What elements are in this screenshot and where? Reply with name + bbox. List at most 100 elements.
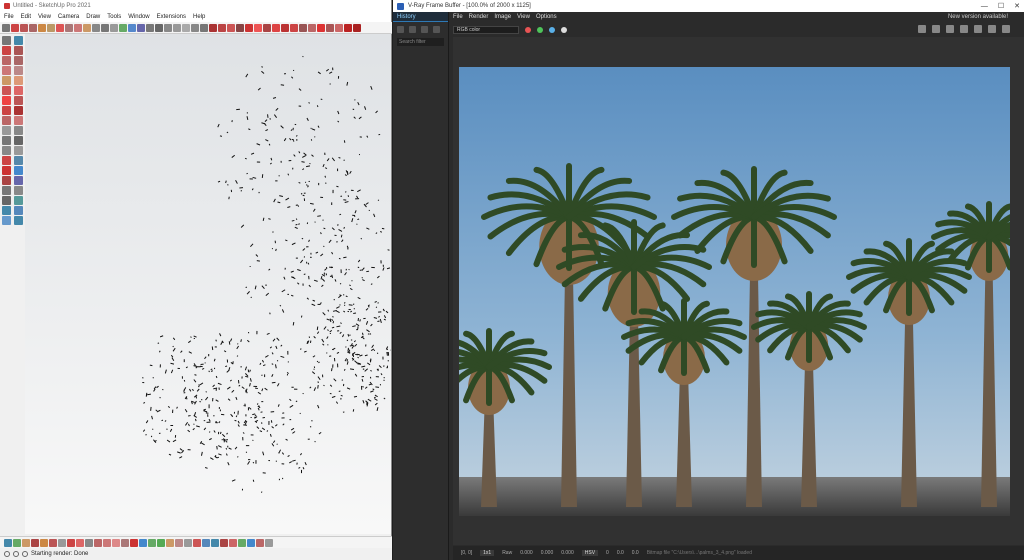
- zoom-select[interactable]: 1x1: [480, 550, 495, 556]
- render-teapot-icon[interactable]: [988, 25, 996, 33]
- circle-icon[interactable]: [2, 76, 11, 85]
- text-icon[interactable]: [14, 136, 23, 145]
- vray-interactive-icon[interactable]: [218, 23, 226, 32]
- vray-menu-image[interactable]: Image: [494, 14, 511, 20]
- paint-icon[interactable]: [2, 156, 11, 165]
- zoom-window-icon[interactable]: [2, 176, 11, 185]
- close-icon[interactable]: ✕: [1014, 2, 1020, 10]
- vray-menu-file[interactable]: File: [453, 14, 463, 20]
- outliner-icon[interactable]: [85, 538, 93, 547]
- orbit-left-icon[interactable]: [14, 156, 23, 165]
- blue-channel-toggle[interactable]: [549, 27, 555, 33]
- style-hiddenline-icon[interactable]: [31, 538, 39, 547]
- zoom-left-icon[interactable]: [14, 166, 23, 175]
- walk-icon[interactable]: [14, 186, 23, 195]
- shadows-icon[interactable]: [67, 538, 75, 547]
- clear-image-icon[interactable]: [932, 25, 940, 33]
- protractor-icon[interactable]: [2, 136, 11, 145]
- solid-subtract-icon[interactable]: [103, 538, 111, 547]
- zoom-extents-left-icon[interactable]: [14, 176, 23, 185]
- render-viewport[interactable]: [453, 37, 1024, 545]
- menu-extensions[interactable]: Extensions: [157, 14, 186, 20]
- select-tool-icon[interactable]: [2, 23, 10, 32]
- polygon-icon[interactable]: [14, 76, 23, 85]
- left-view-icon[interactable]: [200, 23, 208, 32]
- fog-icon[interactable]: [76, 538, 84, 547]
- entity-info-icon[interactable]: [175, 538, 183, 547]
- sandbox-bottom-icon[interactable]: [247, 538, 255, 547]
- scale-tool-icon[interactable]: [74, 23, 82, 32]
- rotate-icon[interactable]: [2, 106, 11, 115]
- scale-icon[interactable]: [2, 116, 11, 125]
- dimension-icon[interactable]: [14, 126, 23, 135]
- history-compare-icon[interactable]: [421, 25, 428, 33]
- scenes-icon[interactable]: [148, 538, 156, 547]
- menu-draw[interactable]: Draw: [86, 14, 100, 20]
- pan-left-icon[interactable]: [2, 166, 11, 175]
- color-mode-select[interactable]: HSV: [581, 550, 599, 556]
- vray-asset-editor-icon[interactable]: [236, 23, 244, 32]
- extension-warehouse-icon[interactable]: [220, 538, 228, 547]
- style-wireframe-icon[interactable]: [22, 538, 30, 547]
- vray-dome-light-icon[interactable]: [290, 23, 298, 32]
- rotate-tool-icon[interactable]: [65, 23, 73, 32]
- top-view-icon[interactable]: [164, 23, 172, 32]
- history-load-icon[interactable]: [409, 25, 416, 33]
- arc-icon[interactable]: [2, 66, 11, 75]
- materials-icon[interactable]: [166, 538, 174, 547]
- vray-spot-light-icon[interactable]: [263, 23, 271, 32]
- style-textured-icon[interactable]: [49, 538, 57, 547]
- offset-icon[interactable]: [14, 116, 23, 125]
- vray-decal-icon[interactable]: [353, 23, 361, 32]
- layer-icon[interactable]: [139, 538, 147, 547]
- vray-menu-view[interactable]: View: [517, 14, 530, 20]
- sketchup-viewport[interactable]: [25, 34, 391, 534]
- vray-infinite-plane-icon[interactable]: [326, 23, 334, 32]
- alpha-channel-toggle[interactable]: [561, 27, 567, 33]
- 3d-warehouse-icon[interactable]: [211, 538, 219, 547]
- maximize-icon[interactable]: ☐: [998, 2, 1004, 10]
- offset-tool-icon[interactable]: [83, 23, 91, 32]
- line-tool-icon[interactable]: [20, 23, 28, 32]
- new-version-notice[interactable]: New version available!: [948, 12, 1008, 22]
- menu-edit[interactable]: Edit: [21, 14, 31, 20]
- pan-icon[interactable]: [128, 23, 136, 32]
- dynamic-components-icon[interactable]: [238, 538, 246, 547]
- stop-render-icon[interactable]: [1002, 25, 1010, 33]
- solid-trim-icon[interactable]: [112, 538, 120, 547]
- history-save-icon[interactable]: [397, 25, 404, 33]
- look-around-icon[interactable]: [2, 196, 11, 205]
- 3d-text-icon[interactable]: [14, 146, 23, 155]
- vray-ies-light-icon[interactable]: [272, 23, 280, 32]
- tape-measure-icon[interactable]: [92, 23, 100, 32]
- vray-proxy-icon[interactable]: [308, 23, 316, 32]
- menu-view[interactable]: View: [38, 14, 51, 20]
- red-channel-toggle[interactable]: [525, 27, 531, 33]
- lens-effects-icon[interactable]: [960, 25, 968, 33]
- channel-select[interactable]: RGB color: [453, 26, 519, 34]
- track-mouse-icon[interactable]: [974, 25, 982, 33]
- rectangle-tool-icon[interactable]: [29, 23, 37, 32]
- vray-omni-light-icon[interactable]: [281, 23, 289, 32]
- style-monochrome-icon[interactable]: [58, 538, 66, 547]
- position-camera-icon[interactable]: [2, 186, 11, 195]
- tape-icon[interactable]: [2, 126, 11, 135]
- component-browser-icon[interactable]: [157, 538, 165, 547]
- region-render-icon[interactable]: [946, 25, 954, 33]
- menu-help[interactable]: Help: [193, 14, 205, 20]
- style-backedges-icon[interactable]: [13, 538, 21, 547]
- front-view-icon[interactable]: [173, 23, 181, 32]
- paint-bucket-icon[interactable]: [110, 23, 118, 32]
- vray-menu-render[interactable]: Render: [469, 14, 489, 20]
- match-photo-icon[interactable]: [202, 538, 210, 547]
- style-xray-icon[interactable]: [4, 538, 12, 547]
- arc3-icon[interactable]: [2, 86, 11, 95]
- vray-vfb-icon[interactable]: [227, 23, 235, 32]
- eraser-icon[interactable]: [11, 23, 19, 32]
- section-display-icon[interactable]: [2, 206, 11, 215]
- freehand-icon[interactable]: [14, 46, 23, 55]
- extension-manager-icon[interactable]: [229, 538, 237, 547]
- vray-fur-icon[interactable]: [317, 23, 325, 32]
- arc2-icon[interactable]: [14, 86, 23, 95]
- zoom-extents-icon[interactable]: [146, 23, 154, 32]
